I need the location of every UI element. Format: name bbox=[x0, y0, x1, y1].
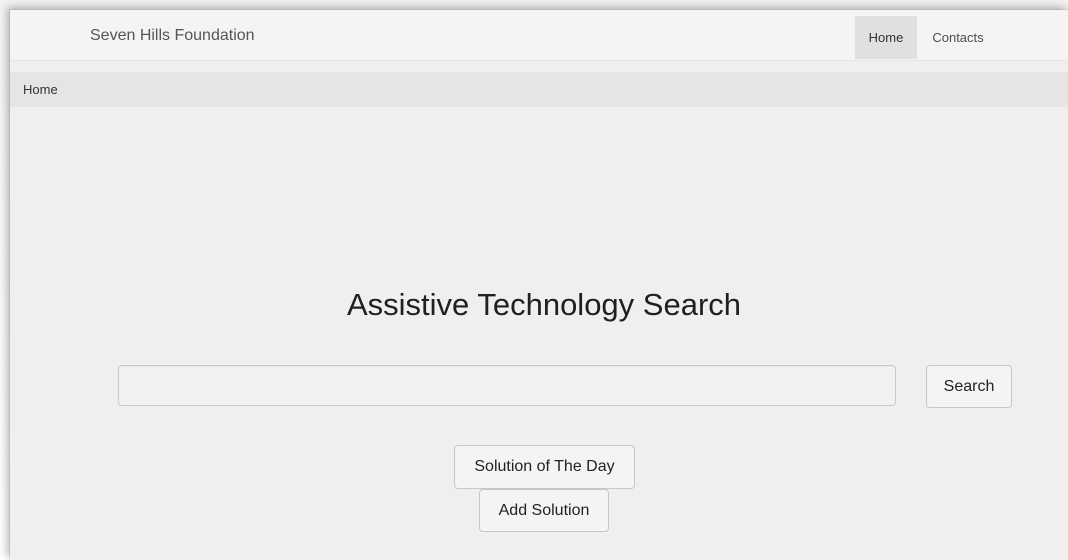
add-solution-button[interactable]: Add Solution bbox=[479, 489, 609, 532]
breadcrumb-home-link[interactable]: Home bbox=[23, 82, 58, 98]
solution-of-the-day-button[interactable]: Solution of The Day bbox=[454, 445, 635, 489]
top-navbar: Seven Hills Foundation Home Contacts bbox=[10, 10, 1068, 61]
browser-page-window: Seven Hills Foundation Home Contacts Hom… bbox=[10, 10, 1068, 560]
page-title: Assistive Technology Search bbox=[346, 287, 742, 322]
breadcrumb: Home bbox=[10, 72, 1068, 107]
main-content: Assistive Technology Search Search Solut… bbox=[10, 107, 1068, 560]
nav-home-link[interactable]: Home bbox=[855, 16, 917, 59]
search-input[interactable] bbox=[118, 365, 896, 406]
nav-contacts-link[interactable]: Contacts bbox=[917, 16, 999, 59]
main-navigation: Home Contacts bbox=[855, 16, 999, 59]
brand-link[interactable]: Seven Hills Foundation bbox=[90, 27, 255, 45]
search-button[interactable]: Search bbox=[926, 365, 1012, 408]
